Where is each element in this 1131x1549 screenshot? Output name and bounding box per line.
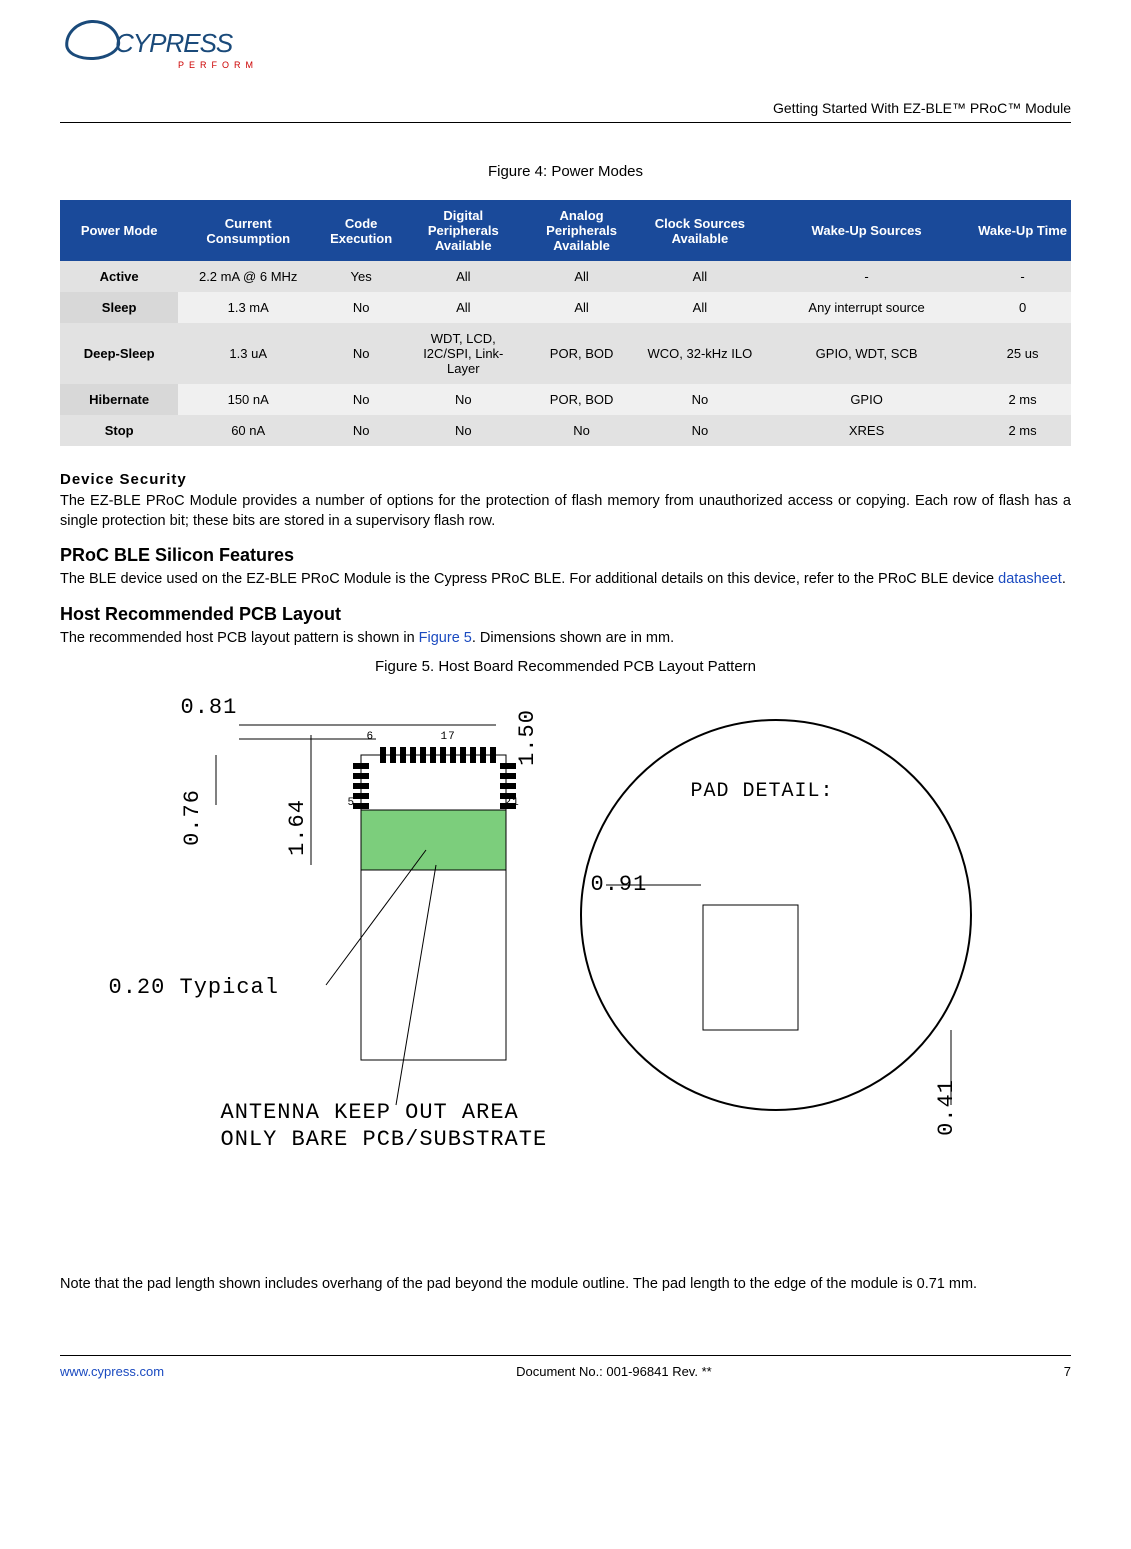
dim-1-64: 1.64: [284, 799, 309, 856]
table-cell: No: [404, 415, 522, 446]
table-cell: No: [404, 384, 522, 415]
table-cell: All: [522, 261, 640, 292]
table-cell: POR, BOD: [522, 384, 640, 415]
table-cell: No: [318, 292, 404, 323]
host-layout-text: The recommended host PCB layout pattern …: [60, 629, 1071, 649]
figure5-caption: Figure 5. Host Board Recommended PCB Lay…: [60, 658, 1071, 675]
table-cell: 60 nA: [178, 415, 318, 446]
pad-num-17: 17: [441, 731, 456, 743]
table-cell: 1.3 uA: [178, 323, 318, 384]
table-cell: WDT, LCD, I2C/SPI, Link-Layer: [404, 323, 522, 384]
th-code-exec: Code Execution: [318, 200, 404, 261]
proc-ble-text-2: .: [1062, 571, 1066, 587]
table-cell: Any interrupt source: [759, 292, 974, 323]
table-body: Active2.2 mA @ 6 MHzYesAllAllAll--Sleep1…: [60, 261, 1071, 446]
table-cell: All: [641, 292, 759, 323]
dim-0-81: 0.81: [181, 695, 238, 720]
host-layout-text-1: The recommended host PCB layout pattern …: [60, 630, 419, 646]
table-cell: Sleep: [60, 292, 178, 323]
host-layout-heading: Host Recommended PCB Layout: [60, 604, 1071, 625]
th-wake-src: Wake-Up Sources: [759, 200, 974, 261]
antenna-line1: ANTENNA KEEP OUT AREA: [221, 1100, 519, 1125]
table-cell: XRES: [759, 415, 974, 446]
th-clock: Clock Sources Available: [641, 200, 759, 261]
table-row: Hibernate150 nANoNoPOR, BODNoGPIO2 ms: [60, 384, 1071, 415]
table-cell: GPIO, WDT, SCB: [759, 323, 974, 384]
proc-ble-text-1: The BLE device used on the EZ-BLE PRoC M…: [60, 571, 998, 587]
figure5-drawing: 0.81 0.76 1.64 1.50 0.91 0.41 PAD DETAIL…: [136, 695, 996, 1255]
table-cell: 2.2 mA @ 6 MHz: [178, 261, 318, 292]
footer-link[interactable]: www.cypress.com: [60, 1364, 164, 1379]
dim-1-50: 1.50: [514, 709, 539, 766]
table-cell: All: [404, 292, 522, 323]
table-row: Sleep1.3 mANoAllAllAllAny interrupt sour…: [60, 292, 1071, 323]
table-cell: All: [641, 261, 759, 292]
device-security-heading: Device Security: [60, 471, 1071, 488]
doc-title: Getting Started With EZ-BLE™ PRoC™ Modul…: [60, 100, 1071, 123]
table-cell: -: [759, 261, 974, 292]
logo-main-text: CYPRESS: [115, 28, 232, 59]
table-cell: -: [974, 261, 1071, 292]
table-cell: POR, BOD: [522, 323, 640, 384]
figure5-link[interactable]: Figure 5: [419, 630, 472, 646]
table-cell: No: [522, 415, 640, 446]
th-current: Current Consumption: [178, 200, 318, 261]
figure4-caption: Figure 4: Power Modes: [60, 163, 1071, 180]
th-analog: Analog Peripherals Available: [522, 200, 640, 261]
th-power-mode: Power Mode: [60, 200, 178, 261]
typical-label: 0.20 Typical: [109, 975, 279, 1000]
table-cell: Deep-Sleep: [60, 323, 178, 384]
antenna-line2: ONLY BARE PCB/SUBSTRATE: [221, 1127, 548, 1152]
pad-detail-label: PAD DETAIL:: [691, 780, 834, 803]
pad-num-21: 21: [505, 797, 520, 809]
note-text: Note that the pad length shown includes …: [60, 1275, 1071, 1295]
table-row: Stop60 nANoNoNoNoXRES2 ms: [60, 415, 1071, 446]
device-security-text: The EZ-BLE PRoC Module provides a number…: [60, 492, 1071, 531]
table-cell: Active: [60, 261, 178, 292]
page-footer: www.cypress.com Document No.: 001-96841 …: [60, 1355, 1071, 1379]
proc-ble-heading: PRoC BLE Silicon Features: [60, 545, 1071, 566]
proc-ble-text: The BLE device used on the EZ-BLE PRoC M…: [60, 570, 1071, 590]
table-row: Deep-Sleep1.3 uANoWDT, LCD, I2C/SPI, Lin…: [60, 323, 1071, 384]
logo: CYPRESS PERFORM: [60, 20, 1071, 75]
footer-pagenum: 7: [1064, 1364, 1071, 1379]
logo-tagline: PERFORM: [178, 60, 258, 70]
th-digital: Digital Peripherals Available: [404, 200, 522, 261]
pad-num-5: 5: [348, 797, 356, 809]
pad-num-6: 6: [367, 731, 375, 743]
table-cell: 1.3 mA: [178, 292, 318, 323]
table-cell: 2 ms: [974, 415, 1071, 446]
table-cell: WCO, 32-kHz ILO: [641, 323, 759, 384]
power-modes-table: Power Mode Current Consumption Code Exec…: [60, 200, 1071, 446]
table-cell: 25 us: [974, 323, 1071, 384]
table-cell: No: [318, 384, 404, 415]
table-cell: Stop: [60, 415, 178, 446]
table-cell: All: [522, 292, 640, 323]
table-cell: GPIO: [759, 384, 974, 415]
table-cell: No: [318, 323, 404, 384]
table-cell: 150 nA: [178, 384, 318, 415]
table-cell: No: [318, 415, 404, 446]
dim-0-76: 0.76: [179, 789, 204, 846]
th-wake-time: Wake-Up Time: [974, 200, 1071, 261]
host-layout-text-2: . Dimensions shown are in mm.: [472, 630, 674, 646]
table-cell: Yes: [318, 261, 404, 292]
table-cell: No: [641, 384, 759, 415]
dim-0-91: 0.91: [591, 872, 648, 897]
table-row: Active2.2 mA @ 6 MHzYesAllAllAll--: [60, 261, 1071, 292]
dim-0-41: 0.41: [933, 1079, 958, 1136]
page-header: CYPRESS PERFORM Getting Started With EZ-…: [60, 20, 1071, 153]
table-cell: 0: [974, 292, 1071, 323]
table-cell: No: [641, 415, 759, 446]
datasheet-link[interactable]: datasheet: [998, 571, 1062, 587]
table-cell: All: [404, 261, 522, 292]
table-cell: Hibernate: [60, 384, 178, 415]
footer-docnum: Document No.: 001-96841 Rev. **: [516, 1364, 712, 1379]
table-cell: 2 ms: [974, 384, 1071, 415]
table-header-row: Power Mode Current Consumption Code Exec…: [60, 200, 1071, 261]
